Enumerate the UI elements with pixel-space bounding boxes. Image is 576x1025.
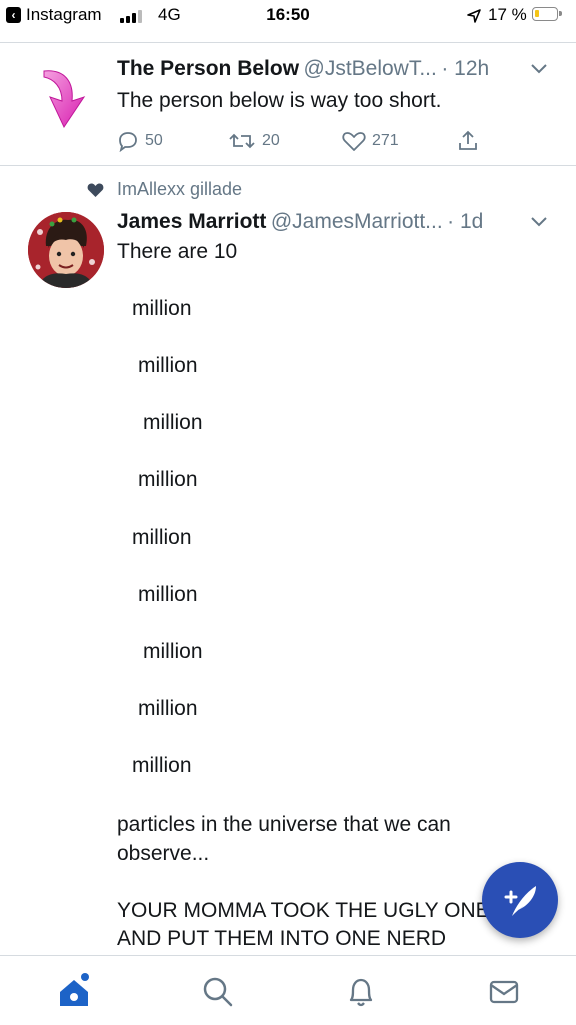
bell-icon[interactable] xyxy=(341,972,381,1012)
like-count: 271 xyxy=(372,132,399,149)
tab-bar xyxy=(0,955,576,1025)
tweet-time: · 1d xyxy=(447,210,484,233)
tweet-text-line: million xyxy=(132,526,192,549)
heart-icon xyxy=(342,132,366,151)
retweet-icon xyxy=(229,133,255,149)
avatar[interactable] xyxy=(28,212,104,288)
liked-heart-icon xyxy=(87,183,104,197)
author-handle[interactable]: @JstBelowT... xyxy=(304,57,437,80)
author-name[interactable]: James Marriott xyxy=(117,210,266,233)
status-bar: ‹ Instagram 4G 16:50 17 % xyxy=(0,0,576,30)
battery-icon xyxy=(532,7,562,21)
tweet-text-line: particles in the universe that we can xyxy=(117,813,451,836)
tweet[interactable]: The Person Below @JstBelowT... · 12h The… xyxy=(0,43,576,165)
tweet-time: · 12h xyxy=(441,57,490,80)
tweet-text-line: million xyxy=(138,354,198,377)
chevron-down-icon[interactable] xyxy=(530,216,548,228)
retweet-count: 20 xyxy=(262,132,280,149)
battery-percent: 17 % xyxy=(488,5,527,24)
author-handle[interactable]: @JamesMarriott... xyxy=(271,210,443,233)
tweet-text-line: million xyxy=(132,754,192,777)
search-icon[interactable] xyxy=(198,972,238,1012)
tweet-text-line: observe... xyxy=(117,842,210,865)
tweet-text-line: million xyxy=(132,297,192,320)
tweet-text-line: million xyxy=(138,697,198,720)
home-icon[interactable] xyxy=(54,972,94,1012)
retweet-button[interactable]: 20 xyxy=(228,129,280,153)
author-name[interactable]: The Person Below xyxy=(117,57,299,80)
tweet-text-line: There are 10 xyxy=(117,240,238,263)
reply-button[interactable]: 50 xyxy=(117,129,163,153)
tweet-text: The person below is way too short. xyxy=(117,89,442,112)
tweet-text-line: million xyxy=(143,411,203,434)
pink-down-arrow-avatar[interactable] xyxy=(38,67,94,131)
location-arrow-icon xyxy=(467,9,481,23)
compose-tweet-button[interactable] xyxy=(482,862,558,938)
chevron-down-icon[interactable] xyxy=(530,63,548,75)
tweet-text-line: AND PUT THEM INTO ONE NERD xyxy=(117,927,447,950)
tweet-text-line: YOUR MOMMA TOOK THE UGLY ONES xyxy=(117,899,504,922)
reply-icon xyxy=(119,132,137,152)
like-button[interactable]: 271 xyxy=(342,129,399,153)
mail-icon[interactable] xyxy=(484,972,524,1012)
tweet-text-line: million xyxy=(138,468,198,491)
compose-tweet-icon xyxy=(504,886,536,916)
tweet-text-line: million xyxy=(143,640,203,663)
share-icon[interactable] xyxy=(456,129,480,153)
tweet[interactable]: ImAllexx gillade James Marriott @JamesMa… xyxy=(0,166,576,954)
social-context[interactable]: ImAllexx gillade xyxy=(117,179,242,200)
reply-count: 50 xyxy=(145,132,163,149)
tweet-text-line: million xyxy=(138,583,198,606)
